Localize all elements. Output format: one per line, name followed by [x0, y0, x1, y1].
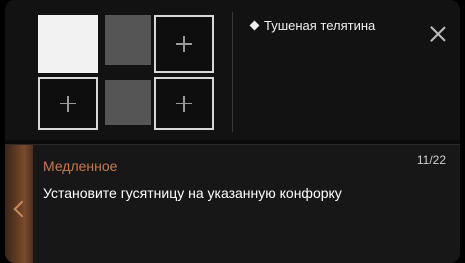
cooktop-area: Тушеная телятина [5, 0, 460, 140]
back-button[interactable] [5, 145, 33, 263]
chevron-left-icon [13, 200, 31, 217]
step-counter: 11/22 [416, 153, 446, 167]
close-button[interactable] [430, 26, 446, 42]
burner-top-left[interactable] [38, 15, 98, 73]
plus-icon [176, 95, 192, 112]
vertical-divider [232, 12, 233, 132]
burner-bottom-middle[interactable] [105, 80, 151, 125]
step-instruction: Установите гусятницу на указанную конфор… [43, 185, 342, 201]
cooktop-diagram [38, 15, 214, 130]
step-title: Медленное [43, 158, 118, 174]
dish-label: Тушеная телятина [249, 18, 376, 33]
dish-name: Тушеная телятина [264, 18, 376, 33]
burner-top-middle[interactable] [105, 15, 151, 65]
plus-icon [60, 95, 76, 112]
diamond-icon [249, 20, 260, 31]
burner-top-right[interactable] [154, 15, 214, 73]
plus-icon [176, 36, 192, 52]
burner-bottom-left[interactable] [38, 77, 98, 130]
cooking-assistant-screen: Тушеная телятина Медленное 11/22 Установ… [5, 0, 460, 263]
step-panel: Медленное 11/22 Установите гусятницу на … [5, 144, 460, 263]
burner-bottom-right[interactable] [154, 77, 214, 130]
